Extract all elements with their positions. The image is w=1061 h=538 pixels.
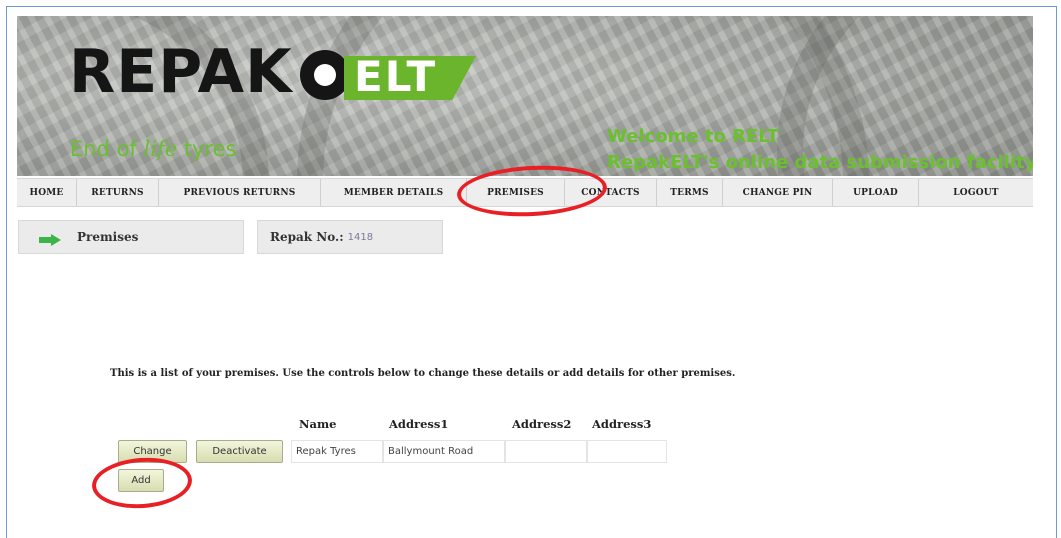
arrow-right-icon [39,231,61,246]
tagline-start: End of [70,137,144,161]
nav-home[interactable]: HOME [17,179,77,206]
nav-logout[interactable]: LOGOUT [919,179,1033,206]
nav-returns[interactable]: RETURNS [77,179,159,206]
column-header-address3: Address3 [592,417,652,431]
premises-info-text: This is a list of your premises. Use the… [110,368,736,379]
nav-previous-returns[interactable]: PREVIOUS RETURNS [159,179,321,206]
nav-premises[interactable]: PREMISES [467,179,565,206]
tyre-logo-icon [300,50,350,100]
nav-contacts[interactable]: CONTACTS [565,179,657,206]
cell-address3 [587,440,667,463]
column-header-address1: Address1 [389,417,449,431]
repak-number-label: Repak No.: [270,230,344,244]
nav-upload[interactable]: UPLOAD [833,179,919,206]
column-header-address2: Address2 [512,417,572,431]
add-button[interactable]: Add [118,469,164,492]
welcome-line-2: RepakELT's online data submission facili… [607,152,1033,173]
logo-elt-text: ELT [354,52,438,101]
cell-name: Repak Tyres [291,440,383,463]
nav-terms[interactable]: TERMS [657,179,723,206]
welcome-line-1: Welcome to RELT [607,126,780,147]
column-header-name: Name [299,417,337,431]
page-title: Premises [77,230,139,244]
cell-address1: Ballymount Road [383,440,505,463]
nav-member-details[interactable]: MEMBER DETAILS [321,179,467,206]
logo-text: REPAK [69,37,293,107]
deactivate-button[interactable]: Deactivate [196,440,283,463]
page-title-box: Premises [18,220,244,254]
nav-change-pin[interactable]: CHANGE PIN [723,179,833,206]
welcome-message: Welcome to RELT RepakELT's online data s… [607,124,1033,176]
tagline-end: tyres [177,137,237,161]
tagline-life: life [143,137,178,161]
cell-address2 [505,440,587,463]
logo-badge: ELT [300,50,476,100]
tagline: End of life tyres [70,137,237,161]
change-button[interactable]: Change [118,440,187,463]
header-banner: REPAK ELT End of life tyres Welcome to R… [17,16,1033,176]
repak-number-box: Repak No.: 1418 [257,220,443,254]
repak-number-value: 1418 [347,231,374,243]
main-nav: HOME RETURNS PREVIOUS RETURNS MEMBER DET… [17,178,1033,207]
